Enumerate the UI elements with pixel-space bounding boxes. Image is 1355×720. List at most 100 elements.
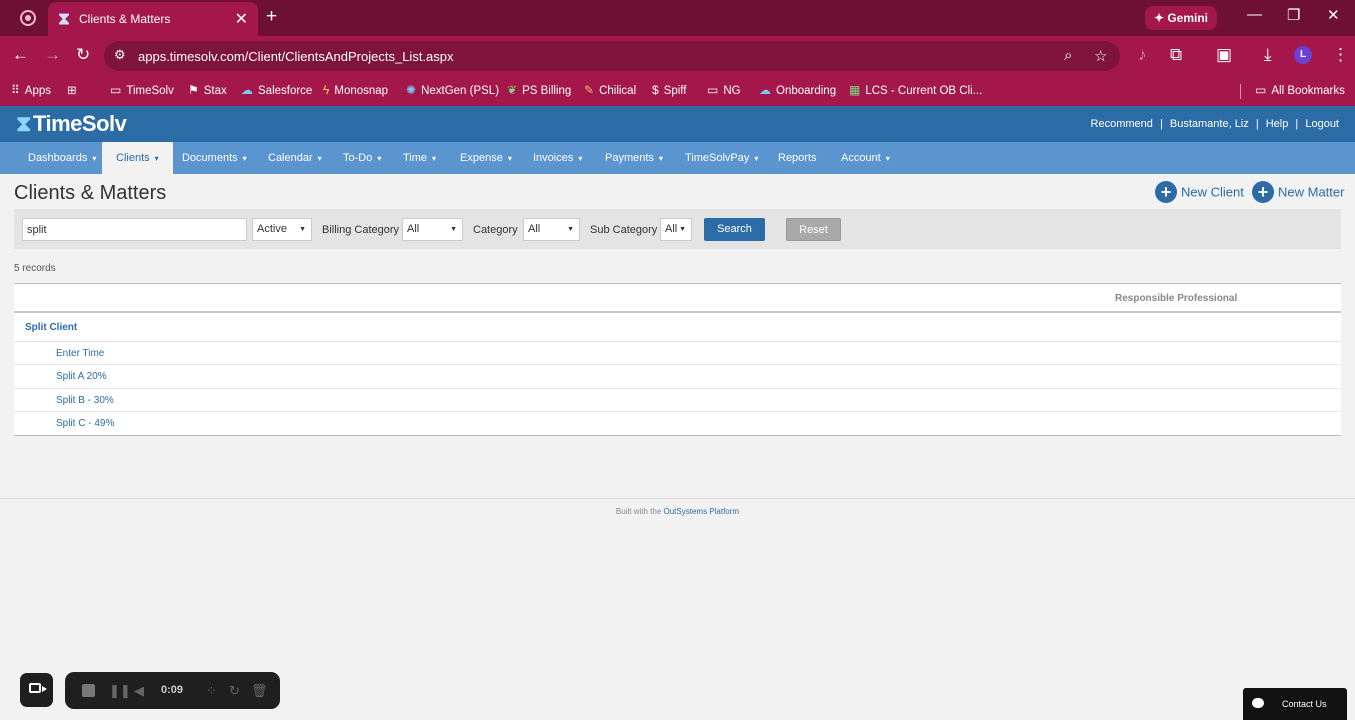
contact-us-button[interactable]: Contact Us <box>1243 688 1347 720</box>
user-link[interactable]: Bustamante, Liz <box>1170 118 1249 130</box>
leaf-icon: ❦ <box>507 83 518 97</box>
menu-time[interactable]: Time ▾ <box>389 142 450 174</box>
search-input[interactable] <box>22 218 247 241</box>
help-link[interactable]: Help <box>1266 118 1289 130</box>
reset-button[interactable]: Reset <box>786 218 841 241</box>
logout-link[interactable]: Logout <box>1305 118 1339 130</box>
plus-icon: + <box>1155 181 1177 203</box>
chevron-down-icon: ▾ <box>658 154 663 163</box>
bookmark-apps[interactable]: ⠿ Apps <box>11 83 51 97</box>
camera-button[interactable] <box>20 673 53 707</box>
contact-us-label: Contact Us <box>1282 699 1327 709</box>
outsystems-link[interactable]: OutSystems Platform <box>664 507 740 516</box>
pause-icon[interactable]: ❚❚ <box>109 683 131 699</box>
forward-icon[interactable]: → <box>44 45 61 65</box>
nextgen-icon: ✺ <box>406 83 417 97</box>
restart-icon[interactable]: ↻ <box>229 683 240 699</box>
bookmark-spiff[interactable]: $ Spiff <box>652 83 687 97</box>
sub-category-label: Sub Category <box>590 224 658 236</box>
speaker-icon[interactable]: ◀ <box>134 683 144 699</box>
chevron-down-icon: ▾ <box>92 154 97 163</box>
separator: | <box>1255 118 1259 130</box>
status-select[interactable]: Active ▼ <box>252 218 312 241</box>
plus-icon: + <box>1252 181 1274 203</box>
bookmark-monosnap[interactable]: ϟ Monosnap <box>323 83 388 97</box>
chevron-down-icon: ▾ <box>754 154 759 163</box>
bookmark-chilical[interactable]: ✎ Chilical <box>584 83 636 97</box>
chevron-down-icon: ▾ <box>578 154 583 163</box>
app-header: ⧗TimeSolv Recommend | Bustamante, Liz | … <box>0 106 1355 142</box>
bookmark-ps-billing[interactable]: ❦ PS Billing <box>507 83 571 97</box>
address-row: ← → ↻ ⚙ apps.timesolv.com/Client/Clients… <box>0 36 1355 76</box>
grid-icon[interactable]: ⁘ <box>206 683 217 699</box>
folder-icon: ▭ <box>707 83 719 97</box>
reload-icon[interactable]: ↻ <box>76 45 90 65</box>
download-icon[interactable]: ⤓ <box>1264 45 1272 65</box>
billing-category-select[interactable]: All ▼ <box>402 218 463 241</box>
matter-link[interactable]: Split C - 49% <box>56 418 114 429</box>
menu-reports[interactable]: Reports <box>764 142 831 174</box>
browser-tab[interactable]: ⧗ Clients & Matters ✕ <box>48 2 258 36</box>
restore-icon[interactable]: ❐ <box>1287 6 1300 24</box>
menu-invoices[interactable]: Invoices ▾ <box>519 142 596 174</box>
avatar[interactable]: L <box>1294 46 1312 64</box>
menu-dots-icon[interactable]: ⋮ <box>1332 45 1349 65</box>
gemini-button[interactable]: ✦ Gemini <box>1145 6 1217 30</box>
client-link[interactable]: Split Client <box>25 322 77 333</box>
zoom-icon[interactable]: ⌕ <box>1064 47 1072 64</box>
matter-link[interactable]: Enter Time <box>56 348 104 359</box>
bookmark-ng[interactable]: ▭ NG <box>707 83 741 97</box>
menu-timesolvpay[interactable]: TimeSolvPay ▾ <box>671 142 772 174</box>
extensions-icon[interactable]: ⧉ <box>1170 45 1182 65</box>
bookmark-salesforce[interactable]: ☁ Salesforce <box>241 83 312 97</box>
mic-icon[interactable]: ♪ <box>1138 45 1147 65</box>
menu-dashboards[interactable]: Dashboards ▾ <box>14 142 110 174</box>
new-matter-button[interactable]: + New Matter <box>1252 181 1344 203</box>
tab-search-icon[interactable]: ▣ <box>1216 45 1232 65</box>
back-icon[interactable]: ← <box>12 45 29 65</box>
responsible-professional-header[interactable]: Responsible Professional <box>1115 293 1237 304</box>
page-title: Clients & Matters <box>14 182 167 204</box>
sub-category-select[interactable]: All ▼ <box>660 218 692 241</box>
all-bookmarks[interactable]: ▭ All Bookmarks <box>1255 83 1345 97</box>
bookmark-lcs[interactable]: ▦ LCS - Current OB Cli... <box>849 83 982 97</box>
window-close-icon[interactable]: ✕ <box>1327 6 1340 24</box>
new-tab-button[interactable]: + <box>266 6 277 28</box>
separator: | <box>1295 118 1299 130</box>
bookmark-stax[interactable]: ⚑ Stax <box>188 83 227 97</box>
menu-calendar[interactable]: Calendar ▾ <box>254 142 336 174</box>
address-bar[interactable]: ⚙ apps.timesolv.com/Client/ClientsAndPro… <box>104 41 1120 71</box>
stop-icon[interactable] <box>82 684 95 697</box>
close-icon[interactable]: ✕ <box>235 9 248 29</box>
menu-documents[interactable]: Documents ▾ <box>168 142 261 174</box>
record-icon[interactable] <box>20 10 36 26</box>
trash-icon[interactable]: 🗑 <box>251 683 268 699</box>
matter-link[interactable]: Split B - 30% <box>56 395 114 406</box>
menu-clients[interactable]: Clients ▾ <box>102 142 173 174</box>
menu-account[interactable]: Account ▾ <box>827 142 904 174</box>
menu-expense[interactable]: Expense ▾ <box>446 142 526 174</box>
new-client-button[interactable]: + New Client <box>1155 181 1244 203</box>
star-icon[interactable]: ☆ <box>1094 47 1107 65</box>
bookmark-onboarding[interactable]: ☁ Onboarding <box>759 83 836 97</box>
dropdown-arrow-icon: ▼ <box>299 226 306 233</box>
main-menu: Dashboards ▾ Clients ▾ Documents ▾ Calendar… <box>0 142 1355 174</box>
minimize-icon[interactable]: — <box>1247 6 1262 23</box>
chevron-down-icon: ▾ <box>432 154 437 163</box>
folder-icon: ▭ <box>1255 83 1267 97</box>
separator: | <box>1159 118 1163 130</box>
folder-icon: ▭ <box>110 83 122 97</box>
table-row: Split C - 49% <box>14 412 1341 435</box>
site-info-icon[interactable]: ⚙ <box>114 47 126 63</box>
timesolv-favicon-icon: ⧗ <box>58 9 70 28</box>
bookmark-timesolv[interactable]: ▭ TimeSolv <box>110 83 174 97</box>
app-logo[interactable]: ⧗TimeSolv <box>16 111 127 137</box>
tab-groups-icon[interactable]: ⊞ <box>67 83 77 97</box>
category-select[interactable]: All ▼ <box>523 218 580 241</box>
bookmark-nextgen[interactable]: ✺ NextGen (PSL) <box>406 83 499 97</box>
search-button[interactable]: Search <box>704 218 765 241</box>
recommend-link[interactable]: Recommend <box>1091 118 1153 130</box>
menu-todo[interactable]: To-Do ▾ <box>329 142 395 174</box>
menu-payments[interactable]: Payments ▾ <box>591 142 677 174</box>
matter-link[interactable]: Split A 20% <box>56 371 107 382</box>
